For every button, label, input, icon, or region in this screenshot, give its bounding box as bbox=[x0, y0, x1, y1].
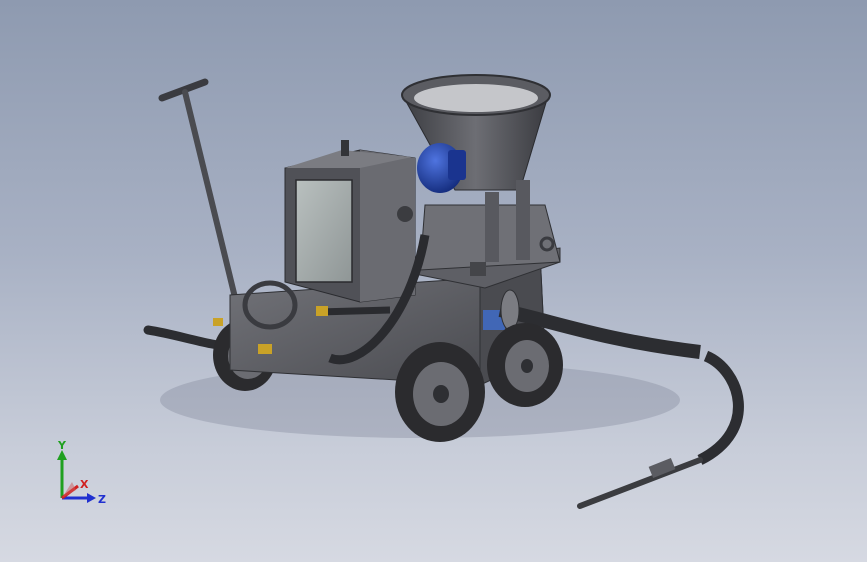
brass-valve-2[interactable] bbox=[316, 306, 328, 316]
z-axis-label: Z bbox=[98, 493, 106, 506]
shotcrete-machine-model[interactable] bbox=[0, 0, 867, 562]
x-axis-arrow bbox=[62, 482, 76, 498]
axis-triad[interactable]: Y X Z bbox=[50, 440, 120, 510]
brass-valve-3[interactable] bbox=[213, 318, 223, 326]
y-axis-label: Y bbox=[57, 440, 67, 452]
air-line bbox=[317, 306, 391, 316]
front-wheel-left[interactable] bbox=[395, 342, 485, 442]
brass-valve-1[interactable] bbox=[258, 344, 272, 354]
cabinet-window bbox=[295, 179, 353, 283]
z-axis-arrow bbox=[87, 493, 96, 503]
cad-viewport[interactable]: Y X Z bbox=[0, 0, 867, 562]
control-cabinet bbox=[284, 140, 416, 303]
push-handle[interactable] bbox=[158, 78, 243, 321]
outlet-flange bbox=[500, 289, 520, 331]
front-wheel-right[interactable] bbox=[487, 323, 563, 407]
x-axis-label: X bbox=[80, 478, 89, 491]
rotor-assembly bbox=[419, 180, 561, 276]
cabinet-port bbox=[397, 206, 413, 222]
